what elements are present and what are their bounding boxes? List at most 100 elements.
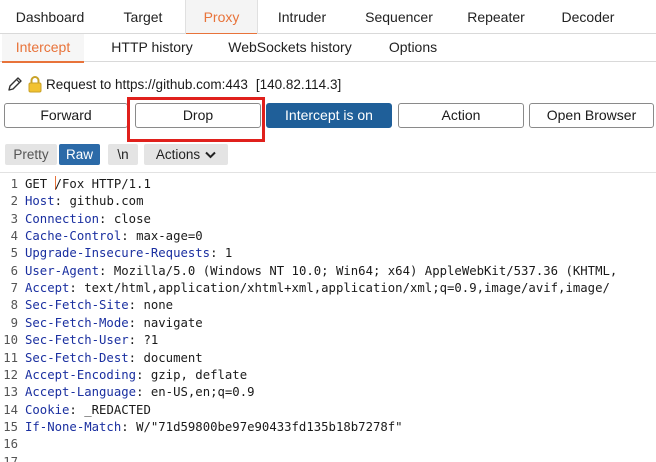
header-line: Sec-Fetch-Mode: navigate	[25, 315, 203, 332]
secondary-tab-bar: Intercept HTTP history WebSockets histor…	[0, 34, 656, 63]
header-value: github.com	[69, 194, 144, 209]
tab-decoder[interactable]: Decoder	[542, 0, 634, 34]
header-value: 1	[224, 246, 233, 261]
tab-repeater[interactable]: Repeater	[450, 0, 542, 34]
header-name: Accept	[25, 281, 70, 296]
header-value: Mozilla/5.0 (Windows NT 10.0; Win64; x64…	[113, 263, 618, 278]
tab-target[interactable]: Target	[100, 0, 186, 34]
newline-toggle[interactable]: \n	[108, 144, 138, 165]
header-line: Accept-Encoding: gzip, deflate	[25, 367, 247, 384]
header-line: Upgrade-Insecure-Requests: 1	[25, 245, 232, 262]
tab-options[interactable]: Options	[376, 34, 450, 62]
primary-tab-bar: Dashboard Target Proxy Intruder Sequence…	[0, 0, 656, 35]
header-separator: :	[136, 367, 151, 382]
header-name: Accept-Language	[25, 385, 137, 400]
header-line: Cache-Control: max-age=0	[25, 228, 203, 245]
header-value: navigate	[143, 315, 203, 330]
header-value: gzip, deflate	[150, 367, 248, 382]
forward-button[interactable]: Forward	[4, 103, 128, 128]
intercept-toggle-button[interactable]: Intercept is on	[266, 103, 392, 128]
line-number: 17	[3, 454, 18, 462]
text-caret	[54, 176, 56, 190]
request-editor[interactable]: 1 GET /Fox HTTP/1.1 2 Host: github.com 3 Conn…	[0, 175, 656, 462]
pretty-toggle[interactable]: Pretty	[5, 144, 57, 165]
header-name: Upgrade-Insecure-Requests	[25, 246, 211, 261]
header-value: ?1	[143, 333, 159, 348]
tab-proxy[interactable]: Proxy	[185, 0, 258, 35]
header-separator: :	[99, 211, 114, 226]
header-line: If-None-Match: W/"71d59800be97e90433fd13…	[25, 419, 403, 436]
header-separator: :	[128, 333, 144, 348]
tab-intercept[interactable]: Intercept	[2, 34, 84, 63]
line-number: 4	[10, 229, 18, 244]
line-number: 10	[3, 333, 18, 348]
header-separator: :	[121, 419, 137, 434]
line-number: 13	[3, 385, 18, 400]
header-value: close	[113, 211, 151, 226]
header-name: Connection	[25, 211, 100, 226]
toolbar-divider	[0, 172, 656, 173]
action-button[interactable]: Action	[398, 103, 524, 128]
line-number: 16	[3, 437, 18, 452]
header-separator: :	[121, 229, 137, 244]
header-separator: :	[128, 298, 144, 313]
tab-sequencer[interactable]: Sequencer	[348, 0, 450, 34]
header-line: Host: github.com	[25, 193, 143, 210]
header-value: _REDACTED	[84, 402, 151, 417]
request-info: Request to https://github.com:443 [140.8…	[6, 74, 341, 94]
pencil-icon[interactable]	[6, 75, 24, 93]
header-name: Sec-Fetch-Mode	[25, 315, 129, 330]
actions-menu[interactable]: Actions	[144, 144, 228, 165]
line-number: 14	[3, 402, 18, 417]
tab-intruder[interactable]: Intruder	[256, 0, 348, 34]
header-line: Sec-Fetch-User: ?1	[25, 332, 158, 349]
header-name: Sec-Fetch-Site	[25, 298, 129, 313]
header-name: Cache-Control	[25, 229, 122, 244]
chevron-down-icon	[205, 144, 216, 165]
raw-toggle[interactable]: Raw	[59, 144, 100, 165]
header-line: Accept: text/html,application/xhtml+xml,…	[25, 280, 610, 297]
actions-label: Actions	[155, 147, 201, 162]
line-number: 2	[10, 194, 18, 209]
header-separator: :	[128, 315, 144, 330]
line-number: 15	[3, 419, 18, 434]
line-number: 12	[3, 367, 18, 382]
header-separator: :	[99, 263, 114, 278]
open-browser-button[interactable]: Open Browser	[529, 103, 654, 128]
header-separator: :	[136, 385, 151, 400]
header-value: document	[143, 350, 203, 365]
header-line: Accept-Language: en-US,en;q=0.9	[25, 384, 255, 401]
line-number: 5	[10, 246, 18, 261]
header-separator: :	[128, 350, 144, 365]
header-name: Host	[25, 194, 55, 209]
tab-dashboard[interactable]: Dashboard	[0, 0, 100, 34]
tab-websockets-history[interactable]: WebSockets history	[218, 34, 362, 62]
line-number: 8	[10, 298, 18, 313]
header-separator: :	[69, 281, 85, 296]
header-name: Sec-Fetch-User	[25, 333, 129, 348]
header-line: Sec-Fetch-Site: none	[25, 297, 173, 314]
line-number: 1	[10, 177, 18, 191]
header-separator: :	[69, 402, 85, 417]
request-ip: [140.82.114.3]	[255, 76, 342, 92]
header-separator: :	[210, 246, 225, 261]
header-separator: :	[54, 194, 70, 209]
request-line-text: GET /Fox HTTP/1.1	[25, 176, 151, 191]
header-name: Cookie	[25, 402, 70, 417]
header-name: Sec-Fetch-Dest	[25, 350, 129, 365]
header-value: max-age=0	[136, 229, 203, 244]
line-number: 11	[3, 350, 18, 365]
line-number: 7	[10, 281, 18, 296]
line-number: 3	[10, 211, 18, 226]
request-target-label: Request to https://github.com:443	[46, 76, 248, 92]
header-line: Cookie: _REDACTED	[25, 402, 151, 419]
header-line: Connection: close	[25, 211, 151, 228]
tab-http-history[interactable]: HTTP history	[98, 34, 206, 62]
header-value: none	[143, 298, 174, 313]
header-line: User-Agent: Mozilla/5.0 (Windows NT 10.0…	[25, 263, 617, 280]
drop-highlight-box	[127, 97, 265, 142]
lock-icon	[28, 75, 42, 93]
header-name: User-Agent	[25, 263, 100, 278]
header-line: Sec-Fetch-Dest: document	[25, 350, 203, 367]
header-value: en-US,en;q=0.9	[150, 385, 255, 400]
